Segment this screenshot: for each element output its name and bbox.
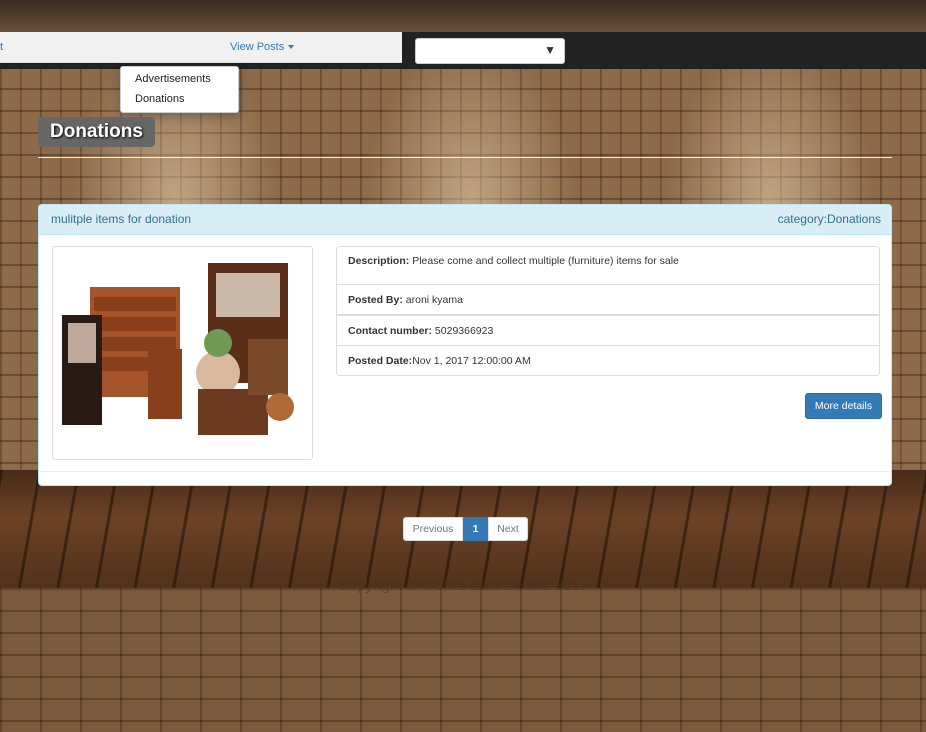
description-row: Description: Please come and collect mul… <box>337 246 879 284</box>
copyright-text: Copyright © UCM's Best Sellers 2017 <box>338 577 588 594</box>
navbar-menu-area: t View Posts <box>0 32 402 63</box>
lower-stone-wall-background <box>0 588 926 732</box>
view-posts-label: View Posts <box>230 41 285 53</box>
post-image[interactable] <box>52 246 313 460</box>
contact-value: 5029366923 <box>434 325 494 337</box>
category-select[interactable]: ▼ <box>415 38 565 64</box>
contact-row: Contact number: 5029366923 <box>337 314 879 346</box>
divider <box>38 157 892 158</box>
select-arrow-icon: ▼ <box>544 43 556 57</box>
caret-down-icon <box>288 45 295 50</box>
contact-label: Contact number: <box>348 325 432 337</box>
top-background-strip <box>0 0 926 32</box>
posted-by-row: Posted By: aroni kyama <box>337 284 879 315</box>
nav-link-truncated[interactable]: t <box>0 41 3 53</box>
posted-by-label: Posted By: <box>348 294 403 306</box>
view-posts-dropdown-menu: Advertisements Donations <box>120 66 239 113</box>
navbar: t View Posts ▼ <box>0 32 926 69</box>
page-title: Donations <box>38 117 155 147</box>
post-category: category:Donations <box>777 212 881 226</box>
more-details-button[interactable]: More details <box>805 393 882 419</box>
post-panel: mulitple items for donation category:Don… <box>38 204 892 486</box>
dropdown-item-advertisements[interactable]: Advertisements <box>135 73 211 85</box>
view-posts-dropdown-toggle[interactable]: View Posts <box>230 41 295 53</box>
previous-page-button[interactable]: Previous <box>403 517 463 541</box>
post-title: mulitple items for donation <box>51 212 192 226</box>
panel-heading: mulitple items for donation category:Don… <box>39 205 891 235</box>
posted-date-row: Posted Date:Nov 1, 2017 12:00:00 AM <box>337 345 879 376</box>
dropdown-item-donations[interactable]: Donations <box>135 93 185 105</box>
description-value: Please come and collect multiple (furnit… <box>412 255 679 267</box>
description-label: Description: <box>348 255 410 267</box>
post-details-list: Description: Please come and collect mul… <box>336 246 880 376</box>
panel-footer-divider <box>39 471 891 472</box>
posted-by-value: aroni kyama <box>405 294 463 306</box>
next-page-button[interactable]: Next <box>488 517 528 541</box>
posted-date-value: Nov 1, 2017 12:00:00 AM <box>412 355 531 367</box>
furniture-image <box>62 263 294 435</box>
page-1-button[interactable]: 1 <box>463 517 488 541</box>
posted-date-label: Posted Date: <box>348 355 413 367</box>
